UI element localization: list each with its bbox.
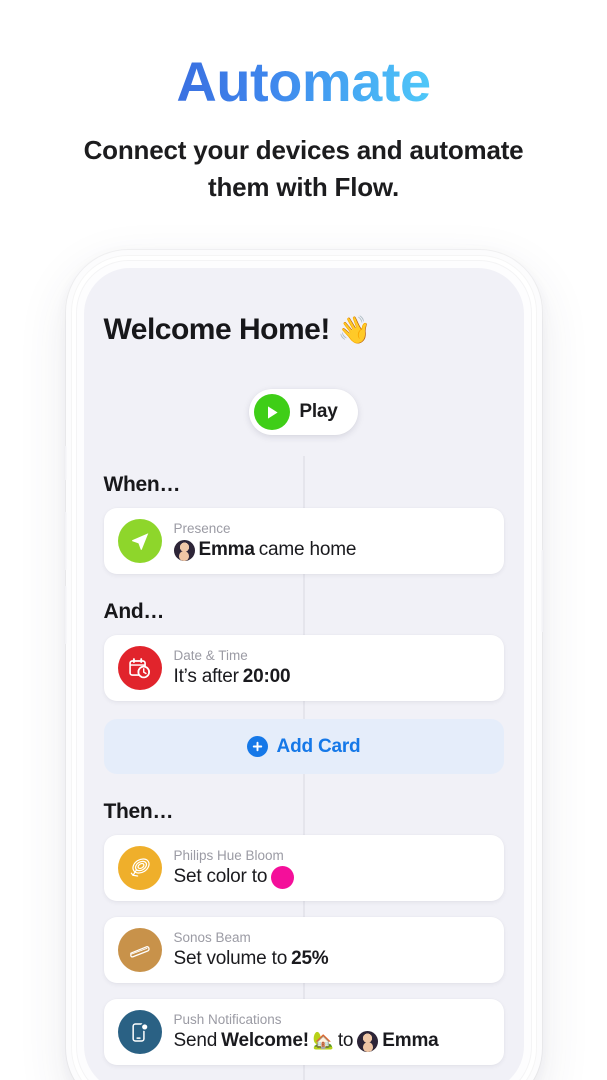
card-title-prefix: Send: [173, 1029, 218, 1051]
card-title: Emma came home: [173, 538, 490, 562]
page-title: Automate: [176, 50, 431, 113]
push-notification-phone-icon: [117, 1010, 162, 1054]
phone-power-button[interactable]: [540, 550, 544, 632]
card-title: It’s after 20:00: [174, 665, 490, 689]
avatar-emma: [173, 539, 195, 561]
card-title-bold: 20:00: [242, 665, 291, 687]
waving-hand-emoji-icon: 👋: [337, 315, 372, 345]
card-date-time[interactable]: Date & Time It’s after 20:00: [103, 635, 504, 701]
card-title-bold-2: Emma: [382, 1029, 439, 1051]
phone-volume-up-button[interactable]: [63, 512, 67, 570]
page-subtitle: Connect your devices and automate them w…: [83, 135, 524, 203]
presence-arrow-icon: [117, 519, 162, 563]
card-title-prefix: Set color to: [173, 865, 268, 887]
play-button[interactable]: Play: [249, 389, 358, 435]
phone-screen: Welcome Home! 👋 Play When… Presence Emma…: [83, 268, 524, 1080]
card-kicker: Date & Time: [173, 647, 248, 663]
card-body: Date & Time It’s after 20:00: [174, 647, 490, 689]
hero-header: Automate Connect your devices and automa…: [0, 0, 607, 206]
card-philips-hue-bloom[interactable]: Philips Hue Bloom Set color to: [103, 835, 504, 901]
plus-circle-icon: [246, 736, 268, 757]
phone-volume-down-button[interactable]: [63, 586, 67, 644]
screenshot-root: Automate Connect your devices and automa…: [0, 0, 607, 1080]
card-title: Set volume to 25%: [174, 947, 490, 971]
card-push-notifications[interactable]: Push Notifications Send Welcome! 🏡 to Em…: [103, 999, 504, 1065]
add-card-label: Add Card: [276, 735, 361, 757]
play-button-row: Play: [104, 389, 504, 435]
hue-bloom-lamp-icon: [117, 846, 162, 890]
add-card-button[interactable]: Add Card: [103, 719, 504, 774]
card-kicker: Presence: [173, 520, 231, 536]
card-body: Push Notifications Send Welcome! 🏡 to Em…: [174, 1011, 490, 1053]
card-body: Sonos Beam Set volume to 25%: [174, 929, 490, 971]
card-title-suffix: came home: [258, 538, 357, 560]
card-body: Presence Emma came home: [173, 520, 490, 562]
card-title-mid: to: [337, 1029, 354, 1051]
phone-mockup: Welcome Home! 👋 Play When… Presence Emma…: [63, 250, 544, 1080]
card-body: Philips Hue Bloom Set color to: [174, 847, 490, 889]
section-heading-when: When…: [103, 473, 181, 496]
card-kicker: Push Notifications: [173, 1011, 282, 1027]
flow-title-text: Welcome Home!: [103, 313, 331, 346]
card-title: Send Welcome! 🏡 to Emma: [174, 1029, 490, 1053]
card-title: Set color to: [174, 865, 490, 889]
card-title-bold: Welcome!: [221, 1029, 309, 1051]
card-presence[interactable]: Presence Emma came home: [103, 508, 504, 574]
house-with-garden-emoji-icon: 🏡: [312, 1031, 334, 1051]
card-kicker: Philips Hue Bloom: [173, 847, 284, 863]
card-title-prefix: It’s after: [173, 665, 239, 687]
play-triangle-icon: [254, 394, 291, 430]
section-heading-then: Then…: [103, 800, 174, 823]
card-title-bold: Emma: [198, 538, 255, 560]
card-sonos-beam[interactable]: Sonos Beam Set volume to 25%: [103, 917, 504, 983]
card-title-bold: 25%: [291, 947, 329, 969]
play-button-label: Play: [299, 401, 338, 422]
card-kicker: Sonos Beam: [173, 929, 251, 945]
flow-editor: Welcome Home! 👋 Play When… Presence Emma…: [84, 268, 524, 1080]
section-heading-and: And…: [103, 600, 165, 623]
avatar-emma: [357, 1030, 379, 1052]
calendar-clock-icon: [117, 646, 162, 690]
sonos-soundbar-icon: [117, 928, 162, 972]
flow-title: Welcome Home! 👋: [104, 313, 504, 347]
phone-mute-switch[interactable]: [63, 446, 67, 480]
card-title-prefix: Set volume to: [173, 947, 288, 969]
color-swatch[interactable]: [271, 865, 295, 889]
